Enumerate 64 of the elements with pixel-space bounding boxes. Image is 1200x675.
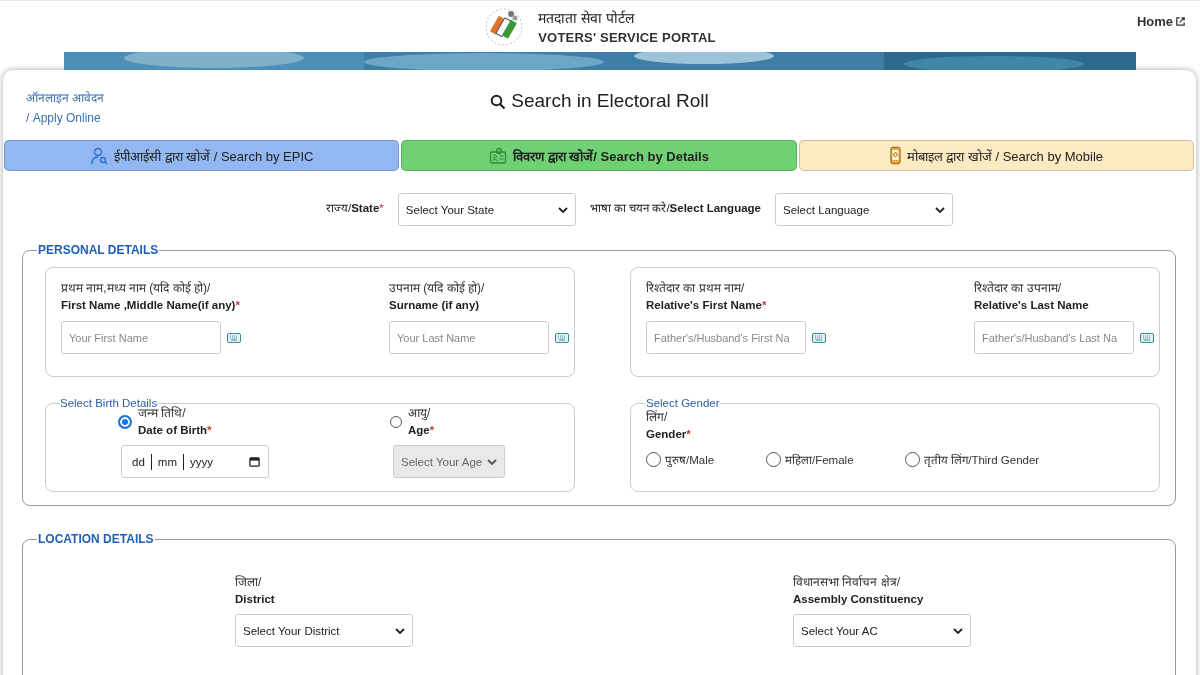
- hindi-label: आयु/: [408, 405, 432, 421]
- section-heading: LOCATION DETAILS: [37, 532, 155, 546]
- chevron-down-icon: [395, 627, 405, 634]
- chevron-down-icon: [487, 458, 497, 465]
- ballot-logo-icon: [484, 6, 525, 47]
- search-icon: [490, 94, 507, 110]
- hindi-label: विधानसभा निर्वाचन क्षेत्र/: [793, 574, 901, 590]
- radio-label: पुरुष/Male: [665, 453, 715, 467]
- radio-label: महिला/Female: [785, 452, 854, 467]
- search-tab[interactable]: विवरण द्वारा खोजें/ Search by Details: [401, 140, 797, 171]
- dropdown-select[interactable]: Select Your District: [235, 614, 413, 647]
- dropdown-select[interactable]: Select Your AC: [793, 614, 971, 647]
- page-title: Search in Electoral Roll: [511, 90, 709, 112]
- field-label: Relative's First Name*: [646, 298, 768, 313]
- phone-icon: [889, 146, 901, 165]
- hindi-label: जन्म तिथि/: [138, 406, 187, 421]
- search-tab[interactable]: मोबाइल द्वारा खोजें / Search by Mobile: [798, 140, 1194, 171]
- keyboard-icon[interactable]: [227, 332, 241, 343]
- field-label: Relative's Last Name: [974, 298, 1090, 313]
- date-field[interactable]: dd mm yyyy: [121, 445, 269, 478]
- radio-button[interactable]: [905, 452, 920, 467]
- text-input[interactable]: Your First Name: [61, 321, 221, 354]
- chevron-down-icon: [557, 206, 568, 213]
- hindi-label: उपनाम (यदि कोई हो)/: [389, 280, 486, 296]
- text-input[interactable]: Father's/Husband's Last Na: [974, 321, 1134, 354]
- field-label: Gender*: [646, 427, 692, 442]
- field-label: Date of Birth*: [138, 423, 212, 438]
- text-input[interactable]: Father's/Husband's First Na: [646, 321, 806, 354]
- section-heading: PERSONAL DETAILS: [37, 243, 160, 257]
- external-link-icon: [1175, 16, 1186, 27]
- radio-label: तृतीय लिंग/Third Gender: [924, 452, 1040, 467]
- hindi-label: प्रथम नाम,मध्य नाम (यदि कोई हो)/: [61, 280, 212, 296]
- panel-heading: Select Birth Details: [60, 397, 158, 409]
- keyboard-icon[interactable]: [1140, 332, 1154, 343]
- chevron-down-icon: [953, 627, 963, 634]
- hindi-label: रिश्तेदार का प्रथम नाम/: [646, 280, 746, 296]
- apply-online-link[interactable]: ऑनलाइन आवेदन / Apply Online: [26, 88, 105, 128]
- calendar-icon[interactable]: [249, 456, 260, 467]
- dropdown-select[interactable]: Select Your State: [397, 193, 576, 226]
- field-label: District: [235, 592, 276, 607]
- field-label: Surname (if any): [389, 298, 481, 313]
- hindi-label: लिंग/: [646, 409, 669, 425]
- radio-button[interactable]: [646, 452, 661, 467]
- field-label: Age*: [408, 423, 435, 438]
- user-search-icon: [89, 146, 108, 165]
- radio-button[interactable]: [118, 415, 132, 429]
- field-label: राज्य/State*: [326, 201, 384, 215]
- field-label: First Name ,Middle Name(if any)*: [61, 298, 241, 313]
- search-tab[interactable]: ईपीआईसी द्वारा खोजें / Search by EPIC: [4, 140, 400, 171]
- id-card-icon: [489, 146, 508, 165]
- field-label: Assembly Constituency: [793, 592, 925, 607]
- home-link[interactable]: Home: [1136, 14, 1186, 29]
- dropdown-select[interactable]: Select Language: [775, 193, 953, 226]
- keyboard-icon[interactable]: [555, 332, 569, 343]
- portal-title-hindi: मतदाता सेवा पोर्टल: [538, 9, 636, 27]
- portal-title: VOTERS' SERVICE PORTAL: [538, 30, 716, 45]
- radio-button[interactable]: [766, 452, 781, 467]
- hindi-label: रिश्तेदार का उपनाम/: [974, 280, 1062, 296]
- text-input[interactable]: Your Last Name: [389, 321, 549, 354]
- keyboard-icon[interactable]: [812, 332, 826, 343]
- hindi-label: जिला/: [235, 574, 263, 590]
- panel-heading: Select Gender: [646, 397, 720, 409]
- chevron-down-icon: [935, 206, 945, 213]
- field-label: भाषा का चयन करे/Select Language: [589, 200, 761, 215]
